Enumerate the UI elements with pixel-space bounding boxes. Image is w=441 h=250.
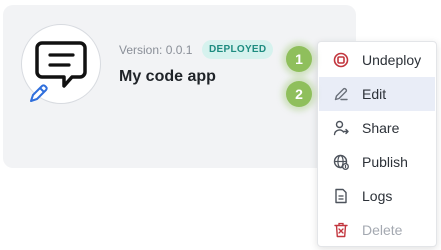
logs-icon bbox=[335, 188, 347, 204]
publish-icon bbox=[333, 154, 349, 170]
menu-item-logs[interactable]: Logs bbox=[319, 179, 435, 213]
menu-item-label: Delete bbox=[362, 222, 403, 238]
app-version: Version: 0.0.1 bbox=[119, 43, 193, 57]
delete-icon bbox=[334, 222, 348, 238]
menu-item-label: Publish bbox=[362, 154, 408, 170]
share-icon bbox=[333, 120, 349, 136]
menu-item-undeploy[interactable]: Undeploy bbox=[319, 43, 435, 77]
menu-item-label: Logs bbox=[362, 188, 393, 204]
menu-item-edit[interactable]: Edit bbox=[319, 77, 435, 111]
actions-menu: Undeploy Edit Share Publish Logs Delete bbox=[317, 41, 437, 247]
pencil-edit-icon[interactable] bbox=[27, 83, 49, 105]
app-title: My code app bbox=[119, 68, 216, 85]
menu-item-label: Edit bbox=[362, 86, 387, 102]
undeploy-icon bbox=[333, 52, 349, 68]
menu-item-label: Undeploy bbox=[362, 52, 422, 68]
status-badge: DEPLOYED bbox=[202, 40, 274, 59]
menu-item-label: Share bbox=[362, 120, 400, 136]
menu-item-publish[interactable]: Publish bbox=[319, 145, 435, 179]
step-marker-2: 2 bbox=[286, 81, 312, 107]
edit-icon bbox=[334, 87, 348, 101]
step-marker-1: 1 bbox=[286, 46, 312, 72]
menu-item-share[interactable]: Share bbox=[319, 111, 435, 145]
menu-item-delete[interactable]: Delete bbox=[319, 213, 435, 247]
